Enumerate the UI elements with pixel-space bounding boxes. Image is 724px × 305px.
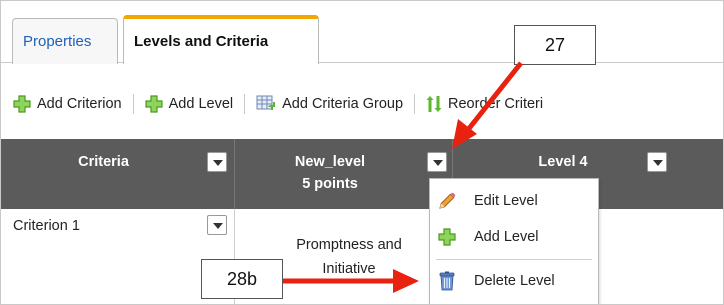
column-title-criteria: Criteria [78,154,129,170]
tab-properties-label: Properties [23,33,92,50]
tab-levels-and-criteria[interactable]: Levels and Criteria [123,15,319,66]
level-4-column-menu-button[interactable] [647,152,667,172]
add-criterion-button[interactable]: Add Criterion [13,95,130,113]
grid-header: Criteria New_level 5 points Level 4 [1,139,723,209]
criterion-menu-button[interactable] [207,215,227,235]
add-criteria-group-button[interactable]: Add Criteria Group [248,95,411,113]
tab-levels-and-criteria-label: Levels and Criteria [134,33,269,50]
callout-28b: 28b [201,259,283,299]
menu-item-add-level[interactable]: Add Level [430,219,598,255]
level-description-text: Promptness and Initiative [296,237,402,277]
menu-item-delete-level[interactable]: Delete Level [430,263,598,299]
toolbar-divider [244,94,246,114]
grid-body: Criterion 1 Promptness and Initiative [1,209,723,304]
column-header-criteria: Criteria [1,139,235,209]
reorder-arrows-icon [426,94,442,114]
table-add-icon [256,95,276,113]
column-title-new-level: New_level [294,154,366,170]
tab-properties[interactable]: Properties [12,18,118,64]
add-level-button[interactable]: Add Level [137,95,242,113]
menu-item-edit-level[interactable]: Edit Level [430,183,598,219]
add-level-menu-label: Add Level [474,229,539,245]
add-level-label: Add Level [168,96,234,112]
level-context-menu: Edit Level Add Level Delete Level [429,178,599,304]
criterion-name: Criterion 1 [13,218,80,234]
toolbar-divider [414,94,416,114]
toolbar-divider [132,94,134,114]
pencil-icon [432,191,462,211]
reorder-criteria-label: Reorder Criteri [448,96,544,112]
plus-icon [13,95,31,113]
callout-27: 27 [514,25,596,65]
edit-level-label: Edit Level [474,193,538,209]
reorder-criteria-button[interactable]: Reorder Criteri [418,94,551,114]
column-points-new-level: 5 points [302,176,358,192]
new-level-column-menu-button[interactable] [427,152,447,172]
delete-level-label: Delete Level [474,273,555,289]
column-title-level-4: Level 4 [538,154,588,170]
plus-icon [432,228,462,246]
rubric-editor: Properties Levels and Criteria Add Crite… [0,0,724,305]
criteria-column-menu-button[interactable] [207,152,227,172]
callout-27-label: 27 [544,34,566,55]
column-header-new-level: New_level 5 points [235,139,453,209]
plus-icon [145,95,163,113]
callout-28b-label: 28b [226,268,258,289]
tab-bar: Properties Levels and Criteria [1,1,723,66]
add-criterion-label: Add Criterion [37,96,122,112]
add-criteria-group-label: Add Criteria Group [282,96,404,112]
trash-icon [432,271,462,291]
menu-divider [436,259,592,260]
criterion-cell: Criterion 1 [1,209,235,304]
toolbar: Add Criterion Add Level Add Criteria Gro… [1,83,723,125]
